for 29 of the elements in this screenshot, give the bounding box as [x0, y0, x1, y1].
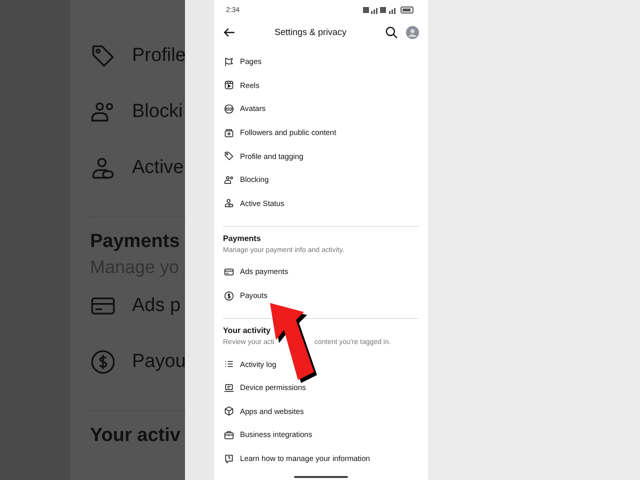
- briefcase-icon: [224, 430, 234, 440]
- section-heading: Payments: [90, 231, 181, 253]
- menu-item-label: Profile: [132, 45, 185, 67]
- flag-icon: [224, 56, 234, 67]
- home-indicator: [294, 476, 348, 478]
- section-heading: Your activity: [223, 326, 272, 336]
- plusbox-icon: [224, 128, 234, 138]
- person-icon: [90, 155, 116, 181]
- laptop-icon: [224, 382, 234, 393]
- help-icon: [224, 454, 234, 464]
- tag-icon: [224, 151, 234, 162]
- dollar-icon: [90, 349, 116, 375]
- dollar-icon: [224, 290, 234, 301]
- section-heading: Your activ: [90, 425, 182, 447]
- search-icon[interactable]: [385, 26, 398, 38]
- menu-item-label: Active: [132, 157, 184, 179]
- cube-icon: [224, 406, 234, 416]
- menu-item-label: Blocki: [132, 101, 183, 123]
- tag-icon: [90, 43, 116, 69]
- screen-title: Settings & privacy: [273, 27, 348, 37]
- avatar-icon[interactable]: [406, 26, 419, 38]
- section-heading: Payments: [223, 234, 262, 244]
- card-icon: [224, 266, 234, 277]
- menu-item-label: Payou: [132, 351, 185, 373]
- reel-icon: [224, 80, 234, 90]
- back-arrow-icon[interactable]: [223, 26, 236, 38]
- list-icon: [224, 359, 234, 370]
- person-icon: [224, 198, 234, 208]
- menu-item-label: Ads p: [132, 295, 181, 317]
